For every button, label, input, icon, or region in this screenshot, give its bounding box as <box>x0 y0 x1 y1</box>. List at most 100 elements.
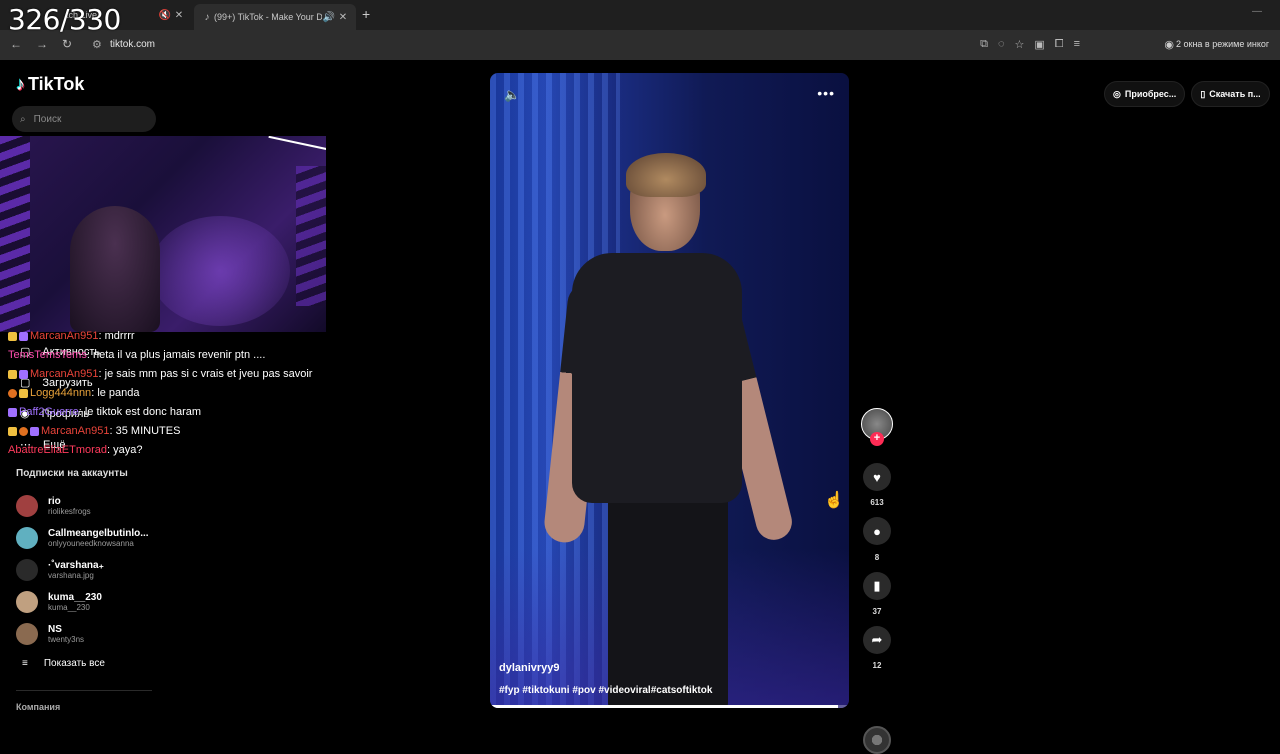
video-author[interactable]: dylanivryy9 <box>499 662 560 674</box>
divider <box>16 690 152 691</box>
extension-icon[interactable]: ▣ <box>1034 38 1044 51</box>
sub-handle: onlyyouneedknowsanna <box>48 538 134 548</box>
search-input[interactable]: ⌕ Поиск <box>12 106 156 132</box>
avatar <box>16 527 38 549</box>
tab-title: (99+) TikTok - Make Your Da <box>214 12 322 22</box>
list-item[interactable]: Callmeangelbutinlo... onlyyouneedknowsann… <box>16 522 149 554</box>
translate-icon[interactable]: ⧉ <box>980 38 988 51</box>
chat-message: AbattreEliaETmorad: yaya? <box>8 441 338 460</box>
more-options-icon[interactable]: ••• <box>817 85 835 101</box>
video-hashtags[interactable]: #fyp #tiktokuni #pov #videoviral#catsoft… <box>499 685 712 696</box>
sub-handle: kuma__230 <box>48 602 90 612</box>
sub-name: rio <box>48 495 61 507</box>
close-icon[interactable]: ✕ <box>172 10 186 21</box>
like-button[interactable]: ♥ <box>863 463 891 491</box>
chat-badge-icon <box>30 426 39 436</box>
chat-username[interactable]: MarcanAn951 <box>41 425 110 437</box>
avatar <box>16 559 38 581</box>
logo-text: TikTok <box>28 74 85 94</box>
top-right-buttons: ◎ Приобрес... ▯ Скачать п... <box>1104 81 1270 107</box>
incognito-icon: ◉ <box>1164 39 1174 51</box>
comment-button[interactable]: ● <box>863 517 891 545</box>
reload-icon[interactable]: ↻ <box>62 37 72 51</box>
tab-tiktok[interactable]: ♪ (99+) TikTok - Make Your Da 🔊 ✕ <box>194 4 356 30</box>
led-stripes <box>0 136 30 332</box>
get-coins-button[interactable]: ◎ Приобрес... <box>1104 81 1186 107</box>
chat-text: je sais mm pas si c vrais et jveu pas sa… <box>104 368 313 380</box>
puzzle-icon[interactable]: ⧠ <box>1055 38 1064 51</box>
stream-webcam-overlay <box>0 136 326 332</box>
search-icon: ⌕ <box>20 113 26 125</box>
chat-badge-icon <box>19 388 28 398</box>
coin-icon: ◎ <box>1113 88 1121 99</box>
sub-name: NS <box>48 623 62 635</box>
media-icon[interactable]: ≡ <box>1074 38 1080 51</box>
chat-username[interactable]: Paff2Guerre <box>19 406 79 418</box>
chat-message: MarcanAn951: je sais mm pas si c vrais e… <box>8 365 338 384</box>
new-tab-button[interactable]: + <box>362 6 370 22</box>
chat-username[interactable]: AbattreEliaETmorad <box>8 444 107 456</box>
performer-legs <box>608 493 728 708</box>
list-icon: ≡ <box>22 658 28 669</box>
chat-text: neta il va plus jamais revenir ptn .... <box>92 349 266 361</box>
incognito-label[interactable]: 2 окна в режиме инког <box>1176 39 1280 49</box>
star-icon[interactable]: ☆ <box>1014 38 1024 51</box>
sub-handle: riolikesfrogs <box>48 506 91 516</box>
chat-message: MarcanAn951: mdrrrr <box>8 327 338 346</box>
heart-icon: ♥ <box>873 469 881 485</box>
light-glow <box>150 216 290 326</box>
minimize-icon[interactable]: — <box>1252 6 1262 17</box>
chat-badge-icon <box>8 426 17 436</box>
forward-icon[interactable]: → <box>36 37 48 51</box>
overlay-line <box>268 136 326 151</box>
chat-text: le panda <box>97 387 140 399</box>
site-info-icon[interactable]: ⚙ <box>92 38 102 51</box>
video-player[interactable]: 🔈 ••• dylanivryy9 #fyp #tiktokuni #pov #… <box>490 73 849 708</box>
bookmark-icon: ▮ <box>873 578 881 593</box>
streamer-silhouette <box>70 206 160 332</box>
browser-tab-bar: tch Live 🔇 ✕ ♪ (99+) TikTok - Make Your … <box>0 0 1280 30</box>
sub-name: Callmeangelbutinlo... <box>48 527 149 539</box>
chat-text: le tiktok est donc haram <box>84 406 202 418</box>
company-link[interactable]: Компания <box>16 702 60 712</box>
share-button[interactable]: ➦ <box>863 626 891 654</box>
video-progress[interactable] <box>490 705 849 708</box>
volume-icon[interactable]: 🔈 <box>504 87 520 103</box>
tiktok-favicon-icon: ♪ <box>204 11 210 23</box>
chat-username[interactable]: MarcanAn951 <box>30 368 99 380</box>
performer-body <box>572 253 742 503</box>
search-placeholder: Поиск <box>33 113 62 125</box>
url-field[interactable]: tiktok.com <box>110 39 155 50</box>
chat-username[interactable]: TemsTemsTems <box>8 349 87 361</box>
tiktok-logo[interactable]: ♪ TikTok <box>16 74 84 95</box>
download-app-button[interactable]: ▯ Скачать п... <box>1191 81 1270 107</box>
chat-badge-icon <box>19 369 28 379</box>
address-bar-row: ← → ↻ ⚙ tiktok.com ⧉ ◌ ☆ ▣ ⧠ ≡ ◉ 2 окна … <box>0 30 1280 60</box>
show-all-button[interactable]: ≡ Показать все <box>22 658 105 669</box>
phone-icon: ▯ <box>1200 88 1206 99</box>
chat-text: 35 MINUTES <box>115 425 181 437</box>
chat-username[interactable]: MarcanAn951 <box>30 330 99 342</box>
close-icon[interactable]: ✕ <box>336 12 350 23</box>
music-disc-icon[interactable] <box>863 726 891 754</box>
sub-name: kuma__230 <box>48 591 102 603</box>
avatar <box>16 623 38 645</box>
chat-text: yaya? <box>113 444 143 456</box>
pill-label: Скачать п... <box>1209 89 1261 99</box>
stream-chat: MarcanAn951: mdrrrr TemsTemsTems: neta il… <box>8 327 338 460</box>
speaker-icon[interactable]: 🔊 <box>322 12 336 23</box>
tiktok-note-icon: ♪ <box>16 74 25 94</box>
chat-message: Paff2Guerre: le tiktok est donc haram <box>8 403 338 422</box>
list-item[interactable]: NS twenty3ns <box>16 618 149 650</box>
follow-plus-icon[interactable]: + <box>870 432 884 446</box>
save-button[interactable]: ▮ <box>863 572 891 600</box>
list-item[interactable]: kuma__230 kuma__230 <box>16 586 149 618</box>
back-icon[interactable]: ← <box>10 37 22 51</box>
eye-off-icon[interactable]: ◌ <box>998 38 1005 51</box>
list-item[interactable]: rio riolikesfrogs <box>16 490 149 522</box>
list-item[interactable]: ·˚varshana₊ varshana.jpg <box>16 554 149 586</box>
chat-username[interactable]: Logg444nnn <box>30 387 91 399</box>
subscriptions-title: Подписки на аккаунты <box>16 468 128 479</box>
performer-hair <box>626 153 706 197</box>
mute-icon[interactable]: 🔇 <box>158 10 172 21</box>
